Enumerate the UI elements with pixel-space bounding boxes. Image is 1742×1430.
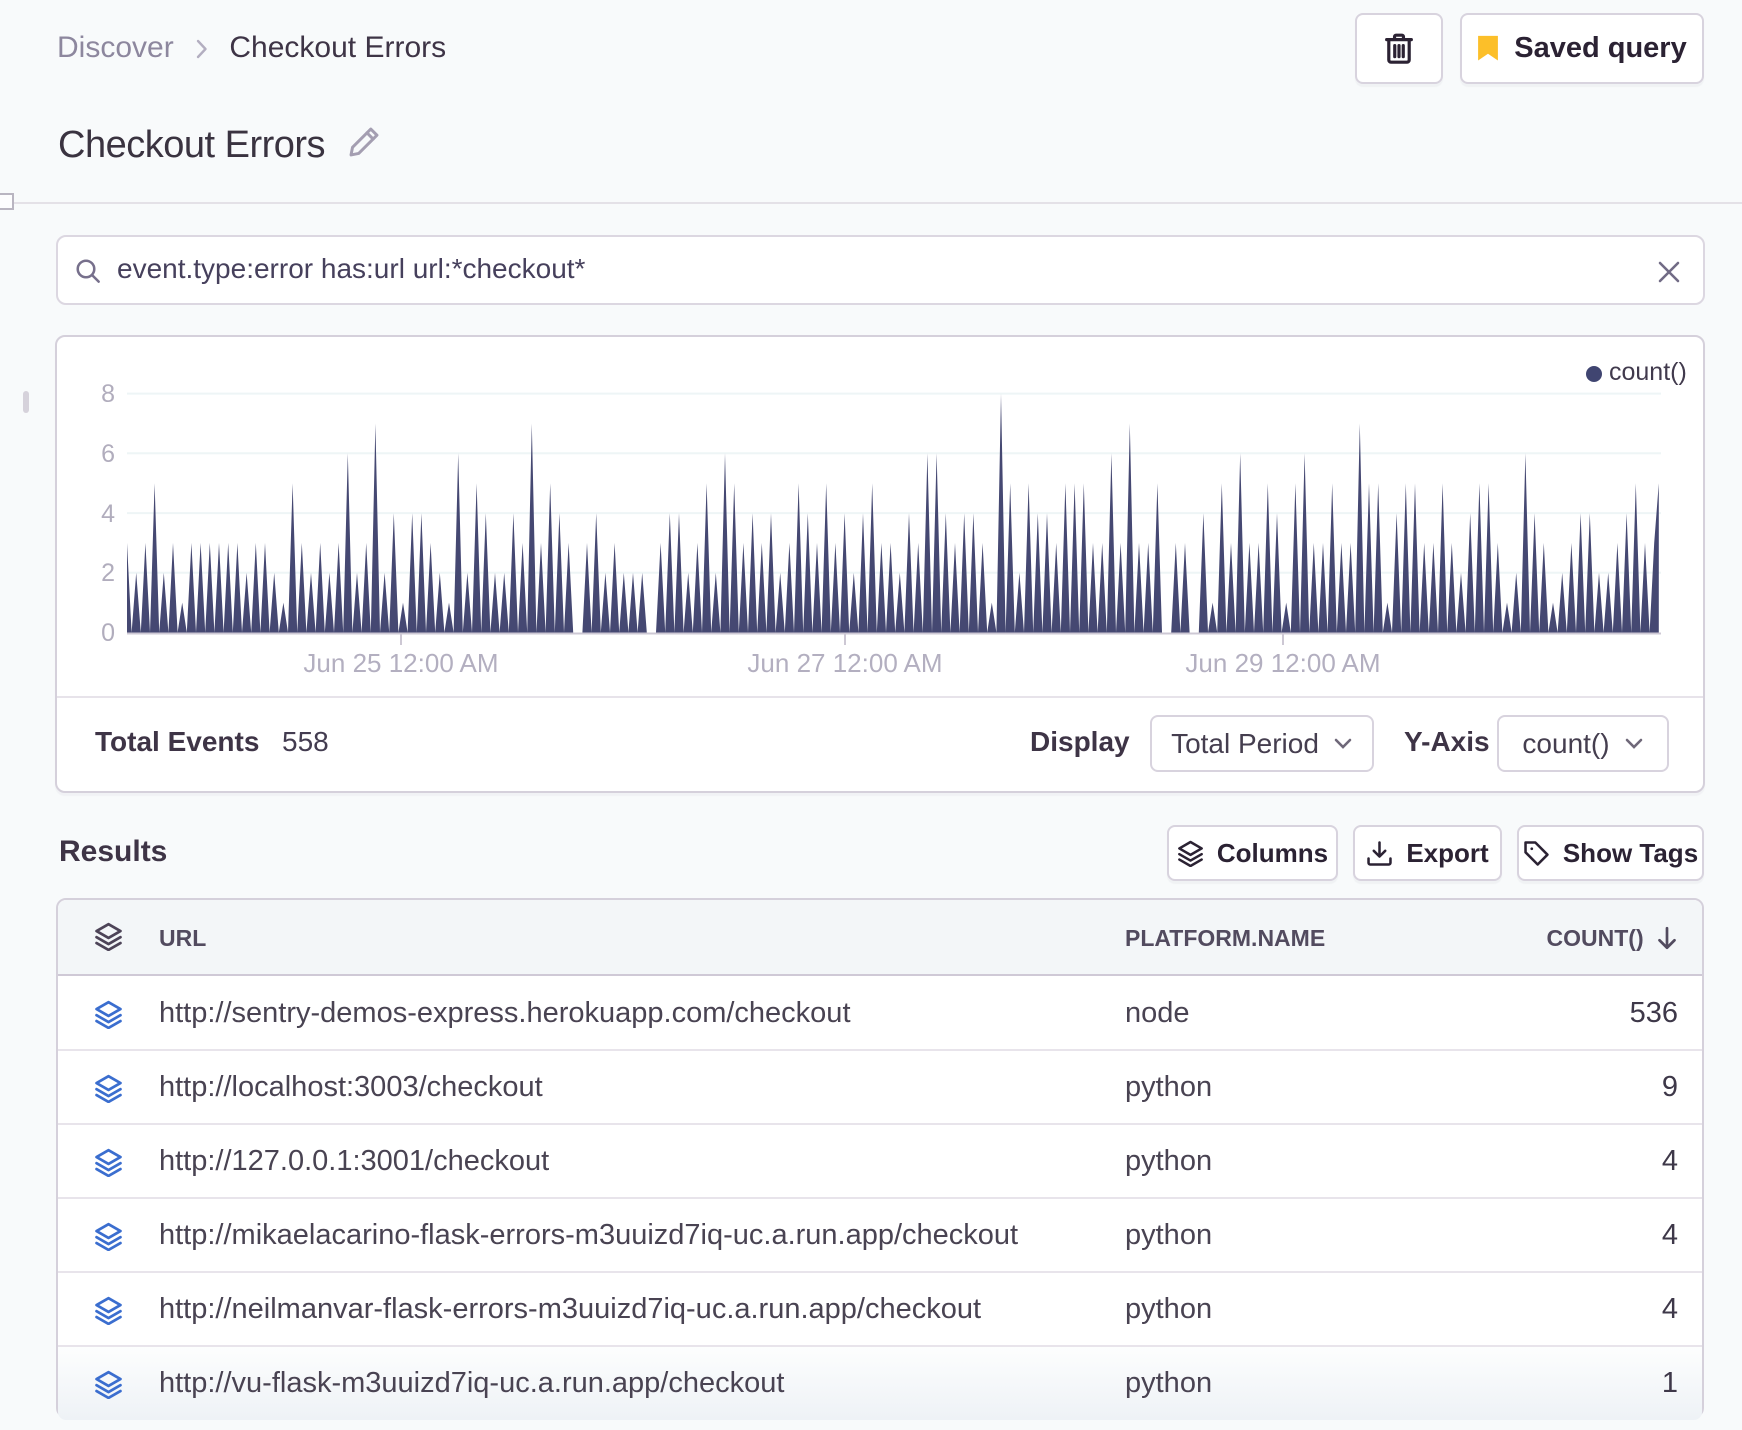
svg-text:6: 6 — [101, 440, 115, 468]
svg-text:8: 8 — [101, 380, 115, 408]
svg-text:Jun 29 12:00 AM: Jun 29 12:00 AM — [1185, 648, 1380, 678]
svg-text:2: 2 — [101, 559, 115, 587]
svg-text:Jun 27 12:00 AM: Jun 27 12:00 AM — [747, 648, 942, 678]
svg-text:0: 0 — [101, 619, 115, 647]
svg-text:4: 4 — [101, 500, 115, 528]
svg-text:Jun 25 12:00 AM: Jun 25 12:00 AM — [303, 648, 498, 678]
